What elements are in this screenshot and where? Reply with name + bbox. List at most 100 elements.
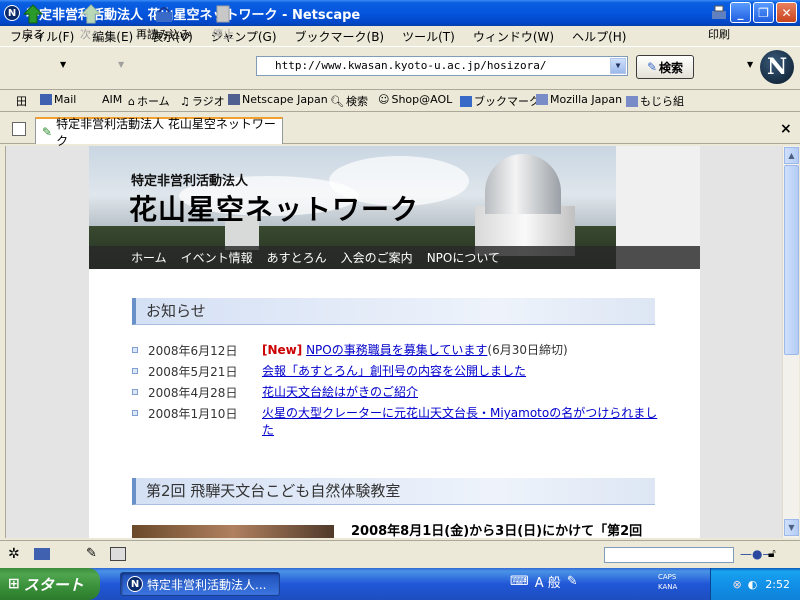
ime-toolbar[interactable]: ⌨ A 般 ✎ <box>510 572 578 591</box>
mail-status-icon[interactable] <box>34 548 50 560</box>
start-button[interactable]: ⊞ スタート <box>0 568 100 600</box>
bookmarks-icon <box>460 95 472 107</box>
scroll-up-icon[interactable]: ▲ <box>784 147 799 164</box>
reload-button[interactable]: 再読み込み <box>136 4 191 42</box>
netscape-icon: N <box>127 576 143 592</box>
list-item: 2008年1月10日 火星の大型クレーターに元花山天文台長・Miyamotoの名… <box>132 404 662 444</box>
toolbar-grip-icon[interactable]: 田 <box>16 93 27 109</box>
forward-arrow-icon <box>81 4 101 24</box>
magnifier-icon: 🔍︎ <box>330 94 344 108</box>
bookmark-aim[interactable]: AIM <box>102 93 122 106</box>
netscape-japan-icon <box>228 94 240 105</box>
site-title: 花山星空ネットワーク <box>129 193 420 226</box>
page-icon: ✎ <box>42 124 53 139</box>
ime-tools-icon: ✎ <box>566 574 578 589</box>
news-link[interactable]: NPOの事務職員を募集しています <box>306 343 487 357</box>
bookmark-home[interactable]: ⌂ ホーム <box>128 93 170 109</box>
windows-logo-icon: ⊞ <box>8 576 20 592</box>
restore-button[interactable]: ❐ <box>753 2 774 23</box>
close-button[interactable]: ✕ <box>776 2 797 23</box>
bookmark-search[interactable]: 🔍︎ 検索 <box>330 93 368 109</box>
ime-mode[interactable]: A 般 <box>535 572 561 591</box>
bookmark-mozilla-japan[interactable]: Mozilla Japan <box>536 93 622 106</box>
menu-tools[interactable]: ツール(T) <box>402 28 455 45</box>
composer-icon[interactable]: ✎ <box>86 546 97 561</box>
site-nav: ホーム イベント情報 あすとろん 入会のご案内 NPOについて <box>89 246 700 269</box>
mail-icon <box>40 94 52 105</box>
volume-icon[interactable]: ◐ <box>748 578 758 591</box>
reload-icon <box>155 7 172 22</box>
menu-help[interactable]: ヘルプ(H) <box>572 28 626 45</box>
taskbar-item-netscape[interactable]: N 特定非営利活動法人... <box>120 572 280 596</box>
news-link[interactable]: 花山天文台絵はがきのご紹介 <box>262 385 418 399</box>
home-icon: ⌂ <box>128 94 135 108</box>
close-tab-button[interactable]: × <box>780 121 792 137</box>
menu-bookmarks[interactable]: ブックマーク(B) <box>295 28 385 45</box>
navigator-icon[interactable]: ✲ <box>8 546 20 562</box>
bookmark-shop-aol[interactable]: ☺ Shop@AOL <box>378 93 452 106</box>
menu-bar: ファイル(F) 編集(E) 表示(V) ジャンプ(G) ブックマーク(B) ツー… <box>0 26 800 46</box>
new-badge: [New] <box>262 343 303 357</box>
back-dropdown-icon[interactable]: ▼ <box>60 60 66 69</box>
folder-icon <box>536 94 548 105</box>
stop-icon <box>216 5 230 23</box>
site-nav-about[interactable]: NPOについて <box>427 249 500 266</box>
bookmark-bookmarks[interactable]: ブックマーク <box>460 93 540 109</box>
search-button[interactable]: ✎ 検索 <box>636 55 694 79</box>
event-photo <box>132 525 334 538</box>
vertical-scrollbar[interactable]: ▲ ▼ <box>782 146 799 538</box>
bookmark-radio[interactable]: ♫ ラジオ <box>180 93 225 109</box>
security-lock-icon[interactable]: 🔓︎ <box>768 546 776 561</box>
news-heading: お知らせ <box>132 298 655 325</box>
tab-active[interactable]: ✎ 特定非営利活動法人 花山星空ネットワーク <box>35 117 283 148</box>
clock: 2:52 <box>765 577 790 591</box>
caps-kana-indicator: CAPS KANA <box>658 573 678 591</box>
site-page: 特定非営利活動法人 花山星空ネットワーク ホーム イベント情報 あすとろん 入会… <box>89 146 700 538</box>
printer-icon <box>712 5 726 19</box>
print-dropdown-icon[interactable]: ▼ <box>747 60 753 69</box>
new-tab-icon[interactable] <box>12 122 26 136</box>
site-subtitle: 特定非営利活動法人 <box>131 174 249 189</box>
keyboard-icon: ⌨ <box>510 574 529 589</box>
observatory-dome-icon <box>485 154 561 214</box>
menu-window[interactable]: ウィンドウ(W) <box>473 28 554 45</box>
url-input[interactable]: http://www.kwasan.kyoto-u.ac.jp/hosizora… <box>256 56 628 76</box>
back-button[interactable]: 戻る <box>22 4 44 42</box>
event-description: 2008年8月1日(金)から3日(日)にかけて「第2回 <box>351 524 643 538</box>
site-nav-join[interactable]: 入会のご案内 <box>341 249 413 266</box>
news-link[interactable]: 火星の大型クレーターに元花山天文台長・Miyamotoの名がつけられました <box>262 406 657 437</box>
bookmark-netscape-japan[interactable]: Netscape Japan <box>228 93 328 106</box>
forward-button[interactable]: 次へ <box>80 4 102 42</box>
title-bar[interactable]: N 特定非営利活動法人 花山星空ネットワーク - Netscape _ ❐ ✕ <box>0 0 800 26</box>
scroll-thumb[interactable] <box>784 165 799 355</box>
news-list: 2008年6月12日 [New] NPOの事務職員を募集しています(6月30日締… <box>132 341 662 444</box>
security-tray-icon[interactable]: ⊗ <box>732 578 741 591</box>
search-icon: ✎ <box>646 60 658 74</box>
site-nav-astron[interactable]: あすとろん <box>267 249 327 266</box>
page-viewport[interactable]: 特定非営利活動法人 花山星空ネットワーク ホーム イベント情報 あすとろん 入会… <box>5 146 782 538</box>
scroll-down-icon[interactable]: ▼ <box>784 519 799 536</box>
status-text-field <box>604 547 734 563</box>
headphones-icon: ♫ <box>180 94 190 108</box>
forward-dropdown-icon[interactable]: ▼ <box>118 60 124 69</box>
site-nav-home[interactable]: ホーム <box>131 249 167 266</box>
bookmark-mail[interactable]: Mail <box>40 93 76 106</box>
url-dropdown-icon[interactable]: ▼ <box>610 58 626 74</box>
print-button[interactable]: 印刷 <box>708 4 730 42</box>
netscape-logo[interactable]: N <box>760 50 794 84</box>
minimize-button[interactable]: _ <box>730 2 751 23</box>
shop-icon: ☺ <box>378 93 390 106</box>
bookmark-mojira[interactable]: もじら組 <box>626 93 684 109</box>
window-title: 特定非営利活動法人 花山星空ネットワーク - Netscape <box>26 7 361 23</box>
netscape-icon: N <box>4 5 20 21</box>
event-heading[interactable]: 第2回 飛騨天文台こども自然体験教室 <box>132 478 655 505</box>
stop-button[interactable]: 停止 <box>212 4 234 42</box>
address-book-icon[interactable] <box>110 547 126 561</box>
folder-icon <box>626 95 638 107</box>
back-arrow-icon <box>23 4 43 24</box>
list-item: 2008年4月28日 花山天文台絵はがきのご紹介 <box>132 383 662 404</box>
news-link[interactable]: 会報「あすとろん」創刊号の内容を公開しました <box>262 364 526 378</box>
list-item: 2008年5月21日 会報「あすとろん」創刊号の内容を公開しました <box>132 362 662 383</box>
site-nav-events[interactable]: イベント情報 <box>181 249 253 266</box>
system-tray: ⊗ ◐ 2:52 <box>710 568 800 600</box>
